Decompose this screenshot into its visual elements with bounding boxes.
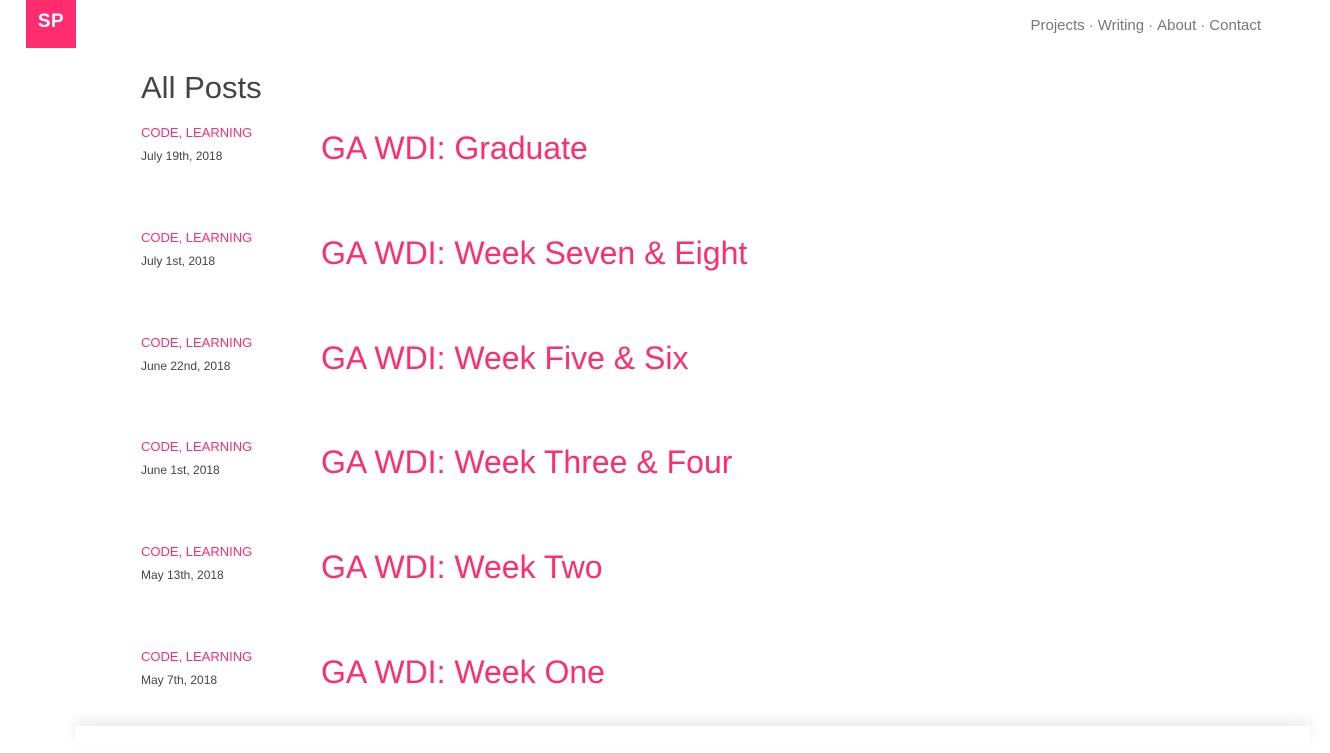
post-date: May 13th, 2018 (141, 568, 224, 583)
post-title-link[interactable]: GA WDI: Week One (321, 652, 605, 692)
nav-separator: · (1088, 17, 1094, 34)
post-date: June 1st, 2018 (141, 463, 220, 478)
post-item: CODE, LEARNING June 1st, 2018 GA WDI: We… (141, 438, 1241, 543)
post-title-link[interactable]: GA WDI: Week Three & Four (321, 442, 732, 482)
footer-shadow (75, 726, 1310, 746)
nav-contact[interactable]: Contact (1209, 17, 1261, 34)
post-meta: CODE, LEARNING June 22nd, 2018 (141, 334, 311, 373)
nav-about[interactable]: About (1157, 17, 1196, 34)
nav-projects[interactable]: Projects (1031, 17, 1085, 34)
post-meta: CODE, LEARNING May 7th, 2018 (141, 648, 311, 687)
post-categories[interactable]: CODE, LEARNING (141, 124, 311, 141)
post-categories[interactable]: CODE, LEARNING (141, 229, 311, 246)
post-item: CODE, LEARNING June 22nd, 2018 GA WDI: W… (141, 334, 1241, 439)
main-nav: Projects · Writing · About · Contact (1031, 17, 1262, 34)
nav-separator: · (1200, 17, 1206, 34)
post-date: June 22nd, 2018 (141, 358, 231, 373)
post-title-link[interactable]: GA WDI: Week Two (321, 547, 603, 587)
post-date: May 7th, 2018 (141, 672, 218, 687)
post-categories[interactable]: CODE, LEARNING (141, 648, 311, 665)
post-date: July 1st, 2018 (141, 253, 216, 268)
post-item: CODE, LEARNING May 13th, 2018 GA WDI: We… (141, 543, 1241, 648)
post-date: July 19th, 2018 (141, 149, 223, 163)
page-title: All Posts (141, 70, 262, 105)
post-categories[interactable]: CODE, LEARNING (141, 334, 311, 351)
post-categories[interactable]: CODE, LEARNING (141, 438, 311, 455)
post-item: CODE, LEARNING July 1st, 2018 GA WDI: We… (141, 229, 1241, 334)
post-title-link[interactable]: GA WDI: Week Five & Six (321, 338, 688, 378)
post-item: CODE, LEARNING July 19th, 2018 GA WDI: G… (141, 124, 1241, 229)
nav-writing[interactable]: Writing (1098, 17, 1144, 34)
post-title-link[interactable]: GA WDI: Graduate (321, 128, 588, 168)
post-title-link[interactable]: GA WDI: Week Seven & Eight (321, 233, 747, 273)
post-meta: CODE, LEARNING May 13th, 2018 (141, 543, 311, 582)
post-meta: CODE, LEARNING July 19th, 2018 (141, 124, 311, 163)
post-meta: CODE, LEARNING June 1st, 2018 (141, 438, 311, 477)
nav-separator: · (1148, 17, 1154, 34)
post-meta: CODE, LEARNING July 1st, 2018 (141, 229, 311, 268)
post-list: CODE, LEARNING July 19th, 2018 GA WDI: G… (141, 124, 1241, 753)
site-logo[interactable]: SP (26, 0, 76, 48)
post-categories[interactable]: CODE, LEARNING (141, 543, 311, 560)
